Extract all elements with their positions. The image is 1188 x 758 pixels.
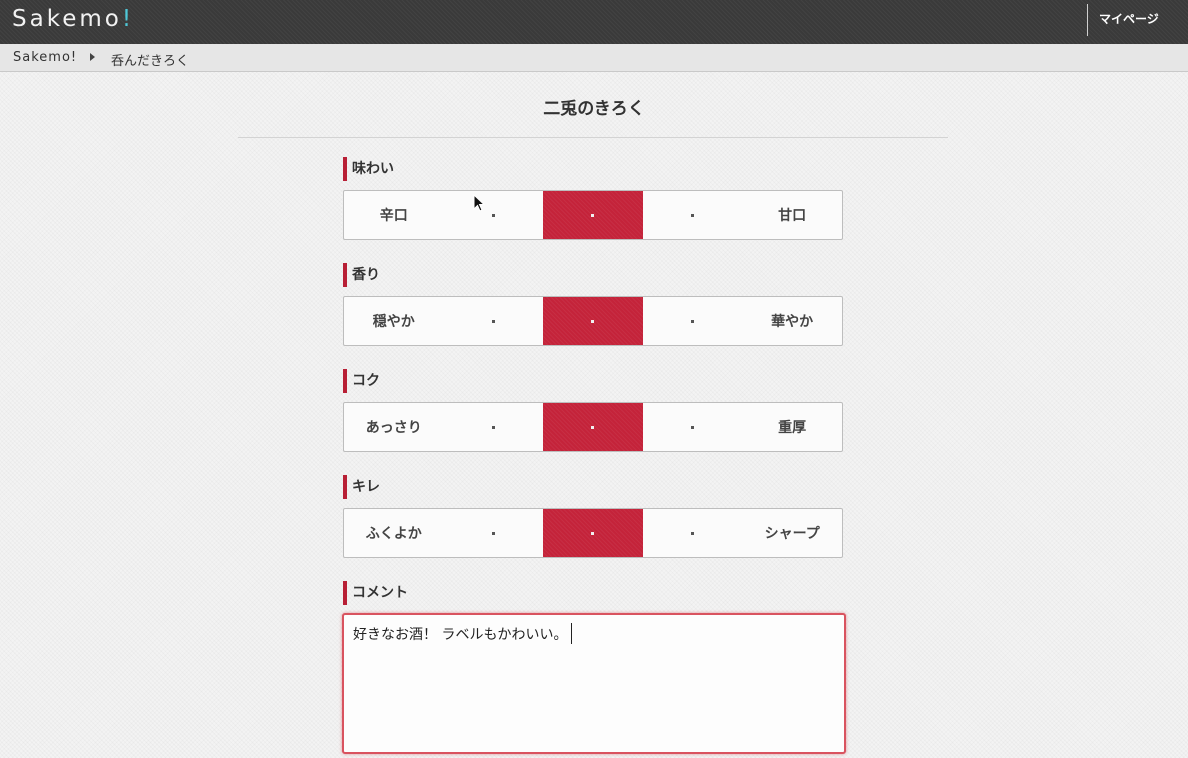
- rating-option-dot[interactable]: [643, 403, 743, 451]
- mypage-link[interactable]: マイページ: [1099, 10, 1159, 27]
- rating-label-body: コク: [343, 369, 380, 393]
- rating-label-taste: 味わい: [343, 157, 394, 181]
- logo-bang: !: [121, 6, 135, 32]
- rating-scale-body: あっさり 重厚: [343, 402, 843, 452]
- breadcrumb-arrow-icon: [90, 53, 95, 61]
- comment-textarea[interactable]: 好きなお酒！ ラベルもかわいい。: [342, 613, 846, 754]
- site-logo[interactable]: Sakemo!: [12, 4, 134, 34]
- rating-option-left[interactable]: あっさり: [344, 403, 444, 451]
- header-divider: [1087, 4, 1088, 36]
- rating-option-right[interactable]: 重厚: [742, 403, 842, 451]
- rating-option-left[interactable]: ふくよか: [344, 509, 444, 557]
- page-title: 二兎のきろく: [543, 99, 645, 119]
- rating-option-selected[interactable]: [543, 509, 643, 557]
- rating-option-dot[interactable]: [444, 509, 544, 557]
- rating-option-dot[interactable]: [643, 191, 743, 239]
- rating-option-right[interactable]: 華やか: [742, 297, 842, 345]
- title-divider: [238, 137, 948, 138]
- comment-text: 好きなお酒！ ラベルもかわいい。: [353, 627, 568, 643]
- breadcrumb: Sakemo! 呑んだきろく: [0, 44, 1188, 72]
- rating-option-dot[interactable]: [444, 403, 544, 451]
- text-caret: [571, 623, 573, 644]
- rating-option-dot[interactable]: [444, 297, 544, 345]
- comment-label: コメント: [343, 581, 408, 605]
- rating-option-dot[interactable]: [643, 509, 743, 557]
- rating-option-dot[interactable]: [643, 297, 743, 345]
- rating-option-right[interactable]: 甘口: [742, 191, 842, 239]
- rating-option-left[interactable]: 穏やか: [344, 297, 444, 345]
- rating-option-selected[interactable]: [543, 403, 643, 451]
- breadcrumb-current: 呑んだきろく: [111, 54, 190, 69]
- top-bar: Sakemo! マイページ: [0, 0, 1188, 44]
- rating-option-selected[interactable]: [543, 297, 643, 345]
- rating-option-left[interactable]: 辛口: [344, 191, 444, 239]
- rating-scale-aroma: 穏やか 華やか: [343, 296, 843, 346]
- logo-text: Sakemo: [12, 6, 122, 32]
- rating-scale-finish: ふくよか シャープ: [343, 508, 843, 558]
- rating-option-dot[interactable]: [444, 191, 544, 239]
- rating-option-selected[interactable]: [543, 191, 643, 239]
- mouse-pointer-icon: [473, 194, 486, 212]
- rating-label-aroma: 香り: [343, 263, 380, 287]
- rating-label-finish: キレ: [343, 475, 380, 499]
- breadcrumb-home-link[interactable]: Sakemo!: [13, 50, 77, 65]
- rating-option-right[interactable]: シャープ: [742, 509, 842, 557]
- rating-scale-taste: 辛口 甘口: [343, 190, 843, 240]
